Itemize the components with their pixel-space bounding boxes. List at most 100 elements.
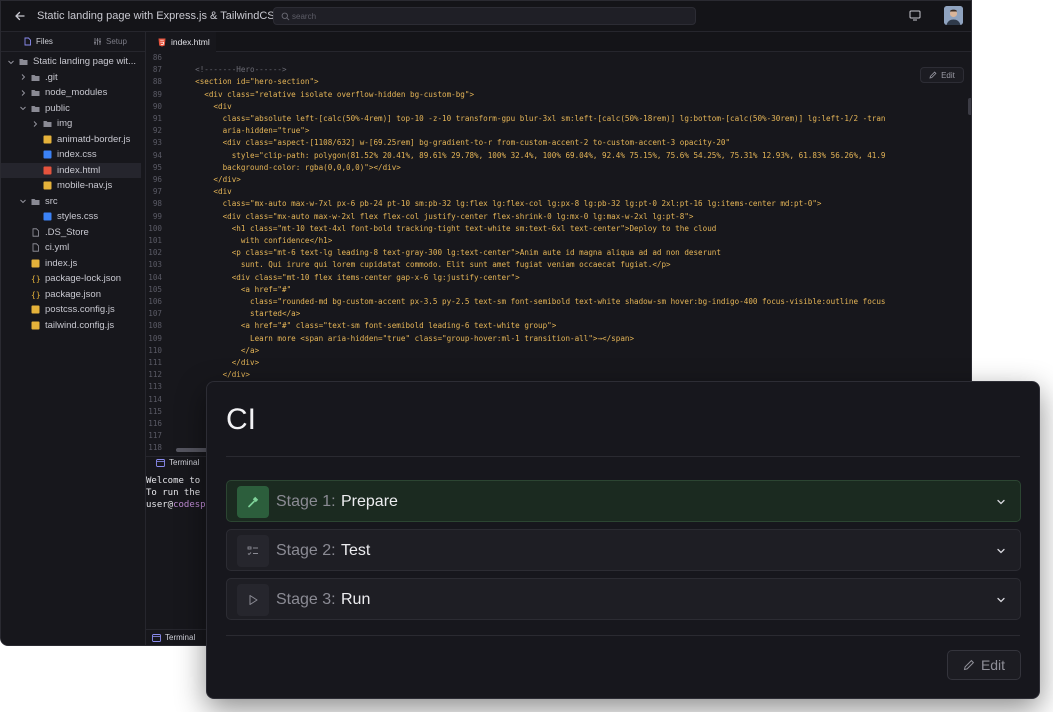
code-text: <a href="#" bbox=[186, 284, 292, 294]
code-text: <!-------Hero------> bbox=[186, 65, 287, 75]
css-file-icon bbox=[43, 212, 52, 221]
ci-edit-label: Edit bbox=[980, 657, 1006, 673]
line-number: 111 bbox=[148, 358, 162, 367]
bottom-terminal-tab[interactable]: Terminal bbox=[152, 633, 195, 642]
tree-file[interactable]: {} package.json bbox=[1, 287, 141, 302]
stage-prepare[interactable]: Stage 1: Prepare bbox=[226, 480, 1021, 522]
code-text: </div> bbox=[186, 358, 260, 367]
tree-file[interactable]: animatd-border.js bbox=[1, 132, 141, 147]
code-text: with confidence</h1> bbox=[186, 236, 333, 245]
stage-test[interactable]: Stage 2: Test bbox=[226, 529, 1021, 571]
play-icon bbox=[237, 584, 269, 616]
search-icon bbox=[281, 12, 290, 21]
tree-folder[interactable]: Static landing page wit... bbox=[1, 54, 141, 69]
code-line: 95 background-color: rgba(0,0,0,0)"></di… bbox=[146, 162, 971, 174]
js-file-icon bbox=[43, 135, 52, 143]
tab-terminal[interactable]: Terminal bbox=[156, 458, 199, 467]
html-file-icon bbox=[43, 166, 52, 174]
chevron-right-icon bbox=[21, 74, 26, 80]
horizontal-scrollbar[interactable] bbox=[176, 448, 210, 452]
ci-edit-button[interactable]: Edit bbox=[947, 650, 1021, 680]
tree-folder[interactable]: public bbox=[1, 101, 141, 116]
ci-divider bbox=[226, 456, 1020, 457]
code-text: <a href="#" class="text-sm font-semibold… bbox=[186, 321, 557, 331]
tree-file[interactable]: mobile-nav.js bbox=[1, 178, 141, 193]
line-number: 93 bbox=[152, 138, 162, 148]
tree-file[interactable]: index.html bbox=[1, 162, 141, 178]
svg-text:{}: {} bbox=[31, 290, 40, 299]
code-line: 98 class="mx-auto max-w-7xl px-6 pb-24 p… bbox=[146, 198, 971, 210]
line-number: 116 bbox=[148, 419, 162, 428]
tree-file[interactable]: index.css bbox=[1, 147, 141, 162]
code-text: </a> bbox=[186, 345, 260, 355]
search-box[interactable] bbox=[273, 7, 696, 25]
tree-file[interactable]: {} package-lock.json bbox=[1, 271, 141, 286]
pencil-icon bbox=[963, 659, 975, 671]
code-line: 107 started</a> bbox=[146, 308, 971, 320]
code-line: 103 sunt. Qui irure qui lorem cupidatat … bbox=[146, 259, 971, 271]
search-input[interactable] bbox=[292, 9, 672, 23]
tree-item-label: animatd-border.js bbox=[57, 133, 131, 145]
code-text: Learn more <span aria-hidden="true" clas… bbox=[186, 333, 635, 343]
stage-run[interactable]: Stage 3: Run bbox=[226, 578, 1021, 620]
code-line: 110 </a> bbox=[146, 345, 971, 357]
tree-folder[interactable]: src bbox=[1, 194, 141, 209]
tree-file[interactable]: index.js bbox=[1, 256, 141, 271]
js-file-icon bbox=[43, 181, 52, 190]
chevron-down-icon bbox=[997, 499, 1005, 505]
code-line: 87 <!-------Hero------> bbox=[146, 64, 971, 76]
pencil-icon bbox=[929, 71, 937, 79]
tree-folder[interactable]: .git bbox=[1, 70, 141, 85]
code-line: 91 class="absolute left-[calc(50%-4rem)]… bbox=[146, 113, 971, 125]
prompt-user: user@ bbox=[146, 500, 174, 510]
code-line: 96 </div> bbox=[146, 174, 971, 186]
avatar[interactable] bbox=[944, 6, 963, 25]
chevron-down-icon bbox=[20, 106, 26, 111]
code-text: style="clip-path: polygon(81.52% 20.41%,… bbox=[186, 150, 886, 160]
svg-text:{}: {} bbox=[31, 275, 40, 284]
tree-file[interactable]: postcss.config.js bbox=[1, 302, 141, 317]
code-text: <p class="mt-6 text-lg leading-8 text-gr… bbox=[186, 248, 721, 258]
json-file-icon: {} bbox=[31, 275, 40, 284]
line-number: 88 bbox=[152, 77, 162, 87]
tab-index-html[interactable]: index.html bbox=[146, 32, 216, 52]
code-line: 90 <div bbox=[146, 101, 971, 113]
tree-file[interactable]: tailwind.config.js bbox=[1, 318, 141, 333]
code-line: 108 <a href="#" class="text-sm font-semi… bbox=[146, 320, 971, 332]
stage-name: Prepare bbox=[341, 493, 398, 510]
code-line: 101 with confidence</h1> bbox=[146, 235, 971, 247]
tree-file[interactable]: ci.yml bbox=[1, 240, 141, 255]
code-text: </div> bbox=[186, 370, 251, 380]
tree-file[interactable]: .DS_Store bbox=[1, 225, 141, 240]
tree-item-label: tailwind.config.js bbox=[45, 319, 115, 331]
code-text: class="mx-auto max-w-7xl px-6 pb-24 pt-1… bbox=[186, 199, 822, 209]
tree-folder[interactable]: node_modules bbox=[1, 85, 141, 100]
file-explorer: Files Setup Static landing page wit... .g… bbox=[1, 32, 146, 645]
folder-icon bbox=[31, 74, 40, 81]
vertical-scrollbar[interactable] bbox=[968, 98, 971, 115]
line-number: 103 bbox=[148, 260, 162, 270]
folder-icon bbox=[31, 198, 40, 205]
line-number: 87 bbox=[152, 65, 162, 75]
editor-edit-button[interactable]: Edit bbox=[920, 67, 964, 83]
tab-files[interactable]: Files bbox=[23, 32, 53, 51]
code-text: <div class="aspect-[1108/632] w-[69.25re… bbox=[186, 138, 731, 148]
stage-number: Stage 1: bbox=[276, 493, 336, 510]
tree-folder[interactable]: img bbox=[1, 116, 141, 131]
code-text: <div class="relative isolate overflow-hi… bbox=[186, 89, 475, 99]
line-number: 89 bbox=[152, 89, 162, 99]
tree-item-label: ci.yml bbox=[45, 242, 70, 253]
back-arrow-icon[interactable] bbox=[13, 9, 27, 23]
line-number: 100 bbox=[148, 223, 162, 233]
stage-name: Run bbox=[341, 591, 371, 608]
tab-setup[interactable]: Setup bbox=[93, 32, 127, 51]
line-number: 101 bbox=[148, 236, 162, 245]
chevron-down-icon bbox=[997, 597, 1005, 603]
code-text: sunt. Qui irure qui lorem cupidatat comm… bbox=[186, 260, 671, 270]
tree-file[interactable]: styles.css bbox=[1, 209, 141, 224]
line-number: 108 bbox=[148, 321, 162, 331]
code-text: aria-hidden="true"> bbox=[186, 126, 310, 136]
code-text: started</a> bbox=[186, 309, 301, 319]
monitor-icon[interactable] bbox=[909, 10, 921, 21]
tree-item-label: package.json bbox=[45, 288, 101, 300]
